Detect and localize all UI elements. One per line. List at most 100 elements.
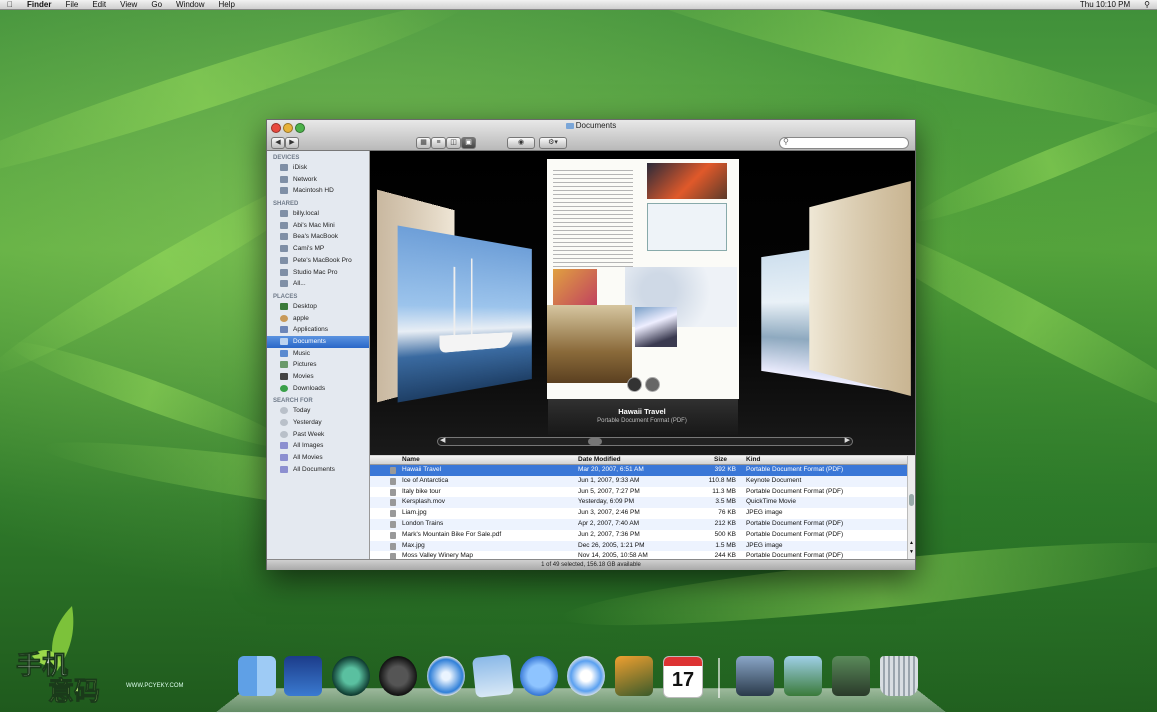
sidebar-item-all[interactable]: All... (267, 278, 369, 290)
finder-icon[interactable] (238, 656, 276, 696)
quicklook-button[interactable]: ◉ (507, 137, 535, 149)
sidebar-item-apple[interactable]: apple (267, 313, 369, 325)
spaces-icon[interactable] (284, 656, 322, 696)
scroll-knob[interactable] (909, 494, 914, 506)
sidebar-item-all-images[interactable]: All Images (267, 440, 369, 452)
ical-icon[interactable]: 17 (663, 656, 703, 698)
forward-button[interactable]: ▶ (285, 137, 299, 149)
menu-help[interactable]: Help (211, 0, 241, 9)
chevron-right-icon[interactable]: ▶ (845, 436, 850, 444)
safari-icon[interactable] (427, 656, 465, 696)
sidebar-item-all-movies[interactable]: All Movies (267, 452, 369, 464)
sidebar-item-label: Past Week (293, 430, 325, 438)
table-row[interactable]: Ice of Antarctica Jun 1, 2007, 9:33 AM 110… (370, 475, 907, 487)
cover-flow-scrollbar[interactable]: ◀ ▶ (437, 437, 853, 446)
sidebar-item-camis-mp[interactable]: Cami's MP (267, 243, 369, 255)
table-row[interactable]: Kersplash.mov Yesterday, 6:09 PM 3.5 MB Qui… (370, 497, 907, 509)
table-row[interactable]: Hawaii Travel Mar 20, 2007, 6:51 AM 392 KB… (370, 465, 907, 476)
stack-icon[interactable] (832, 656, 870, 696)
menu-view[interactable]: View (113, 0, 144, 9)
sidebar-item-all-documents[interactable]: All Documents (267, 464, 369, 476)
sidebar-item-desktop[interactable]: Desktop (267, 301, 369, 313)
file-name: Hawaii Travel (402, 466, 442, 473)
play-circle-icon[interactable] (627, 377, 642, 392)
mail-icon[interactable] (472, 654, 514, 698)
file-name: Moss Valley Winery Map (402, 552, 474, 559)
sidebar-item-label: Pete's MacBook Pro (293, 256, 352, 264)
sidebar-item-abis-mac-mini[interactable]: Abi's Mac Mini (267, 220, 369, 232)
sidebar-item-beas-macbook[interactable]: Bea's MacBook (267, 231, 369, 243)
chevron-up-icon[interactable]: ▲ (909, 540, 914, 546)
table-row[interactable]: London Trains Apr 2, 2007, 7:40 AM 212 KB P… (370, 519, 907, 530)
scroll-knob[interactable] (588, 438, 602, 445)
column-header-size[interactable]: Size (714, 456, 727, 464)
sidebar-item-billy-local[interactable]: billy.local (267, 208, 369, 220)
sidebar-item-macintosh-hd[interactable]: Macintosh HD (267, 185, 369, 197)
home-icon (280, 314, 288, 322)
sidebar-item-music[interactable]: Music (267, 348, 369, 360)
menu-edit[interactable]: Edit (85, 0, 113, 9)
sidebar-item-network[interactable]: Network (267, 174, 369, 186)
sidebar-item-documents[interactable]: Documents (267, 335, 369, 348)
iphoto-icon[interactable] (615, 656, 653, 696)
sidebar-item-today[interactable]: Today (267, 405, 369, 417)
sidebar-item-movies[interactable]: Movies (267, 371, 369, 383)
sidebar-item-studio-mac-pro[interactable]: Studio Mac Pro (267, 267, 369, 279)
table-row[interactable]: Max.jpg Dec 26, 2005, 1:21 PM 1.5 MB JPEG i… (370, 540, 907, 552)
cover-flow-item-hawaii-travel[interactable] (547, 159, 739, 399)
sidebar-item-label: All Images (293, 442, 324, 450)
menubar-clock[interactable]: Thu 10:10 PM (1073, 0, 1137, 9)
magnifier-icon[interactable]: ⚲ (1137, 0, 1157, 9)
dashboard-icon[interactable] (379, 656, 417, 696)
action-button[interactable]: ⚙▾ (539, 137, 567, 149)
sidebar-item-downloads[interactable]: Downloads (267, 383, 369, 395)
view-icons-button[interactable]: ▦ (416, 137, 431, 149)
itunes-icon[interactable] (567, 656, 605, 696)
view-list-button[interactable]: ≡ (431, 137, 446, 149)
view-coverflow-button[interactable]: ▣ (461, 137, 476, 149)
quick-facts-box (647, 203, 727, 251)
column-header-date[interactable]: Date Modified (578, 456, 621, 464)
table-row[interactable]: Mark's Mountain Bike For Sale.pdf Jun 2, … (370, 530, 907, 541)
ichat-icon[interactable] (520, 656, 558, 696)
trash-icon[interactable] (880, 656, 918, 696)
sidebar-item-label: Macintosh HD (293, 187, 334, 195)
apple-icon[interactable]:  (0, 0, 20, 9)
table-row[interactable]: Italy bike tour Jun 5, 2007, 7:27 PM 11.3 … (370, 487, 907, 498)
time-machine-icon[interactable] (332, 656, 370, 696)
chevron-down-icon[interactable]: ▼ (909, 549, 914, 555)
cover-flow-item-marina-photo[interactable] (397, 225, 532, 403)
sidebar-item-idisk[interactable]: iDisk (267, 162, 369, 174)
file-size: 244 KB (714, 552, 736, 559)
back-button[interactable]: ◀ (271, 137, 285, 149)
sidebar-item-applications[interactable]: Applications (267, 324, 369, 336)
sidebar-item-petes-macbook-pro[interactable]: Pete's MacBook Pro (267, 255, 369, 267)
stack-icon[interactable] (736, 656, 774, 696)
clock-icon (280, 419, 288, 427)
column-header-kind[interactable]: Kind (746, 456, 760, 464)
sidebar-item-label: All Movies (293, 454, 323, 462)
sidebar-item-past-week[interactable]: Past Week (267, 429, 369, 441)
people-photo (553, 269, 597, 307)
boat-shape (439, 332, 513, 353)
search-input[interactable]: ⚲ (779, 137, 909, 149)
stack-icon[interactable] (784, 656, 822, 696)
column-header-name[interactable]: Name (402, 456, 420, 464)
chevron-left-icon[interactable]: ◀ (440, 436, 445, 444)
file-size: 11.3 MB (712, 487, 736, 495)
cover-flow-item[interactable] (809, 181, 911, 396)
table-row[interactable]: Moss Valley Winery Map Nov 14, 2005, 10:5… (370, 551, 907, 559)
list-icon: ≡ (436, 139, 441, 146)
fullscreen-circle-icon[interactable] (645, 377, 660, 392)
sidebar-item-yesterday[interactable]: Yesterday (267, 417, 369, 429)
sidebar-item-pictures[interactable]: Pictures (267, 359, 369, 371)
menu-window[interactable]: Window (169, 0, 211, 9)
file-name: Kersplash.mov (402, 498, 445, 506)
menu-go[interactable]: Go (144, 0, 169, 9)
menu-finder[interactable]: Finder (20, 0, 58, 9)
list-scrollbar[interactable]: ▲ ▼ (907, 456, 915, 559)
menu-file[interactable]: File (58, 0, 85, 9)
cover-flow-view[interactable]: Hawaii Travel Portable Document Format (… (370, 151, 915, 455)
view-columns-button[interactable]: ◫ (446, 137, 461, 149)
table-row[interactable]: Liam.jpg Jun 3, 2007, 2:46 PM 76 KB JPEG im… (370, 508, 907, 519)
